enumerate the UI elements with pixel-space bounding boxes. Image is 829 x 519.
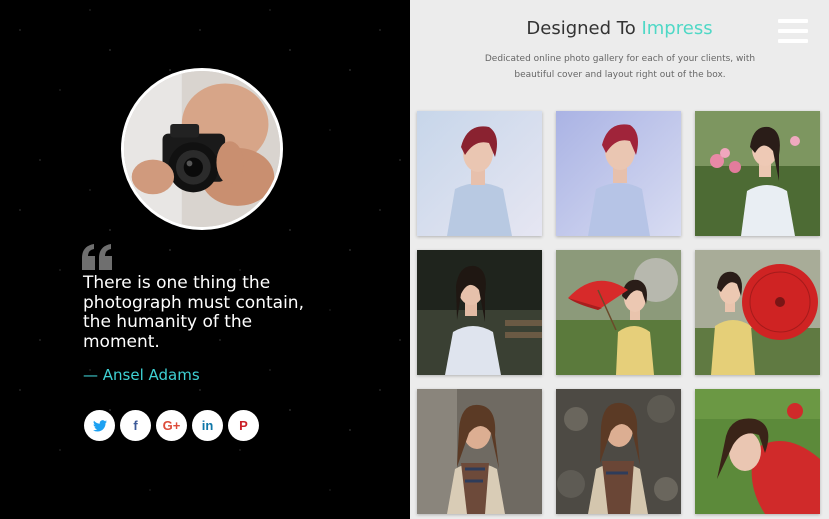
social-links: f G+ in P bbox=[84, 410, 259, 441]
page-subtitle: Dedicated online photo gallery for each … bbox=[484, 54, 756, 80]
photo-woman-white-dress-bench[interactable] bbox=[417, 250, 542, 375]
quote-icon bbox=[82, 244, 114, 270]
photographer-avatar bbox=[121, 68, 283, 230]
photo-woman-red-jacket-grass[interactable] bbox=[695, 389, 820, 514]
photographer-avatar-image bbox=[124, 71, 280, 227]
quote-text: There is one thing the photograph must c… bbox=[83, 273, 304, 352]
photo-woman-blue-shirt-1[interactable] bbox=[417, 111, 542, 236]
photo-woman-red-umbrella-2[interactable] bbox=[695, 250, 820, 375]
photo-woman-blue-shirt-2[interactable] bbox=[556, 111, 681, 236]
photo-woman-plaid-scarf-1[interactable] bbox=[417, 389, 542, 514]
photo-woman-red-umbrella-1[interactable] bbox=[556, 250, 681, 375]
left-panel: There is one thing the photograph must c… bbox=[0, 0, 410, 519]
quote-author: — Ansel Adams bbox=[83, 366, 200, 384]
page-title: Designed To Impress bbox=[410, 18, 829, 39]
right-panel: Designed To Impress Dedicated online pho… bbox=[410, 0, 829, 519]
photo-gallery bbox=[417, 111, 820, 514]
twitter-icon[interactable] bbox=[84, 410, 115, 441]
photo-woman-plaid-scarf-2[interactable] bbox=[556, 389, 681, 514]
hamburger-menu-icon[interactable] bbox=[778, 19, 808, 43]
google-plus-icon[interactable]: G+ bbox=[156, 410, 187, 441]
photo-woman-white-dress-flowers[interactable] bbox=[695, 111, 820, 236]
facebook-icon[interactable]: f bbox=[120, 410, 151, 441]
pinterest-icon[interactable]: P bbox=[228, 410, 259, 441]
title-accent: Impress bbox=[641, 18, 713, 39]
title-main: Designed To bbox=[526, 18, 636, 39]
linkedin-icon[interactable]: in bbox=[192, 410, 223, 441]
